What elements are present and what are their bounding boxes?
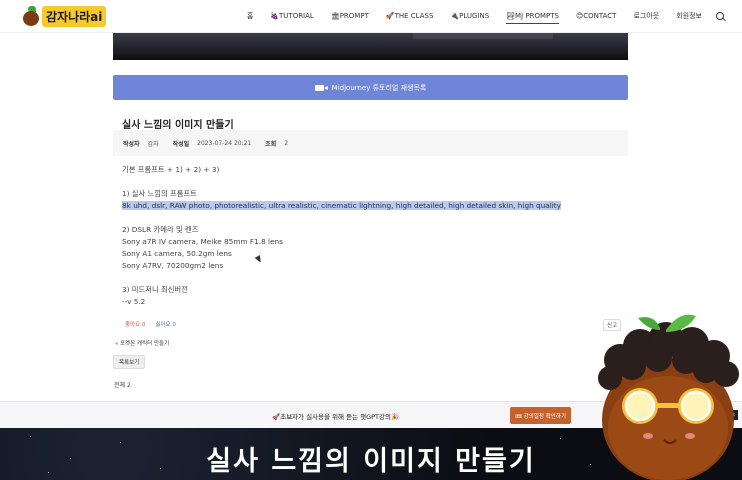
video-camera-icon [314, 84, 328, 91]
nav-member-info[interactable]: 회원정보 [676, 11, 702, 21]
nav-home[interactable]: 홈 [247, 11, 253, 21]
post-meta: 작성자 감자 작성일 2023-07-24 20:21 조회 2 [113, 130, 628, 156]
body-line: Sony A1 camera, 50.2gm lens [122, 249, 232, 258]
views-value: 2 [284, 139, 289, 147]
site-logo[interactable]: 감자나라ai [22, 5, 107, 27]
nav-the-class[interactable]: 🚀THE CLASS [386, 12, 434, 20]
author-key: 작성자 [123, 140, 140, 148]
total-count: 전체 2 [114, 382, 131, 389]
post-body: 기본 프롬프트 + 1) + 2) + 3) 1) 실사 느낌의 프롬프트 8k… [122, 164, 622, 308]
body-line: 3) 미드저니 최신버전 [122, 285, 188, 294]
site-header: 감자나라ai 홈 🍇TUTORIAL 🏛PROMPT 🚀THE CLASS 🔌P… [0, 0, 742, 33]
list-button[interactable]: 목록보기 [113, 355, 146, 369]
potato-logo-icon [22, 6, 40, 26]
main-nav: 홈 🍇TUTORIAL 🏛PROMPT 🚀THE CLASS 🔌PLUGINS … [230, 11, 724, 24]
previous-post-link[interactable]: « 포켓몬 캐릭터 만들기 [115, 339, 169, 347]
nav-mj-prompts[interactable]: 🏞MJ PROMPTS [506, 12, 559, 24]
promo-text: 🚀초보자가 실사용을 위해 듣는 챗GPT강의🎉 [272, 413, 400, 421]
nav-tutorial[interactable]: 🍇TUTORIAL [270, 12, 314, 20]
nav-plugins[interactable]: 🔌PLUGINS [450, 12, 489, 20]
date-value: 2023-07-24 20:21 [197, 139, 252, 147]
selected-prompt-text[interactable]: 8k uhd, dslr, RAW photo, photorealistic,… [122, 201, 561, 210]
body-line: --v 5.2 [122, 297, 146, 306]
reaction-row: 좋아요 0 싫어요 0 [125, 320, 176, 328]
promo-button[interactable]: 🎟 강의일정 확인하기 [510, 407, 571, 424]
body-line: Sony A7RV, 70200gm2 lens [122, 261, 224, 270]
hero-image [113, 33, 628, 60]
views-key: 조회 [265, 140, 277, 148]
body-line: 2) DSLR 카메라 및 렌즈 [122, 225, 199, 234]
post-title: 실사 느낌의 이미지 만들기 [122, 120, 234, 131]
dislike-button[interactable]: 싫어요 0 [155, 320, 175, 328]
body-line: 기본 프롬프트 + 1) + 2) + 3) [122, 165, 220, 174]
logo-text: 감자나라ai [42, 5, 107, 27]
like-button[interactable]: 좋아요 0 [125, 320, 145, 328]
nav-contact[interactable]: 😊CONTACT [576, 12, 617, 20]
date-key: 작성일 [172, 140, 190, 148]
body-line: Sony a7R IV camera, Meike 85mm F1.8 lens [122, 237, 283, 246]
nav-prompt[interactable]: 🏛PROMPT [331, 12, 369, 20]
author-value: 감자 [147, 140, 159, 148]
body-line: 1) 실사 느낌의 프롬프트 [122, 189, 197, 198]
search-icon[interactable] [716, 12, 724, 20]
tutorial-playlist-label: Midjourney 튜토리얼 재생목록 [331, 83, 427, 92]
tutorial-playlist-button[interactable]: Midjourney 튜토리얼 재생목록 [113, 75, 628, 100]
nav-logout[interactable]: 로그아웃 [633, 11, 659, 21]
potato-mascot-icon [598, 314, 739, 480]
